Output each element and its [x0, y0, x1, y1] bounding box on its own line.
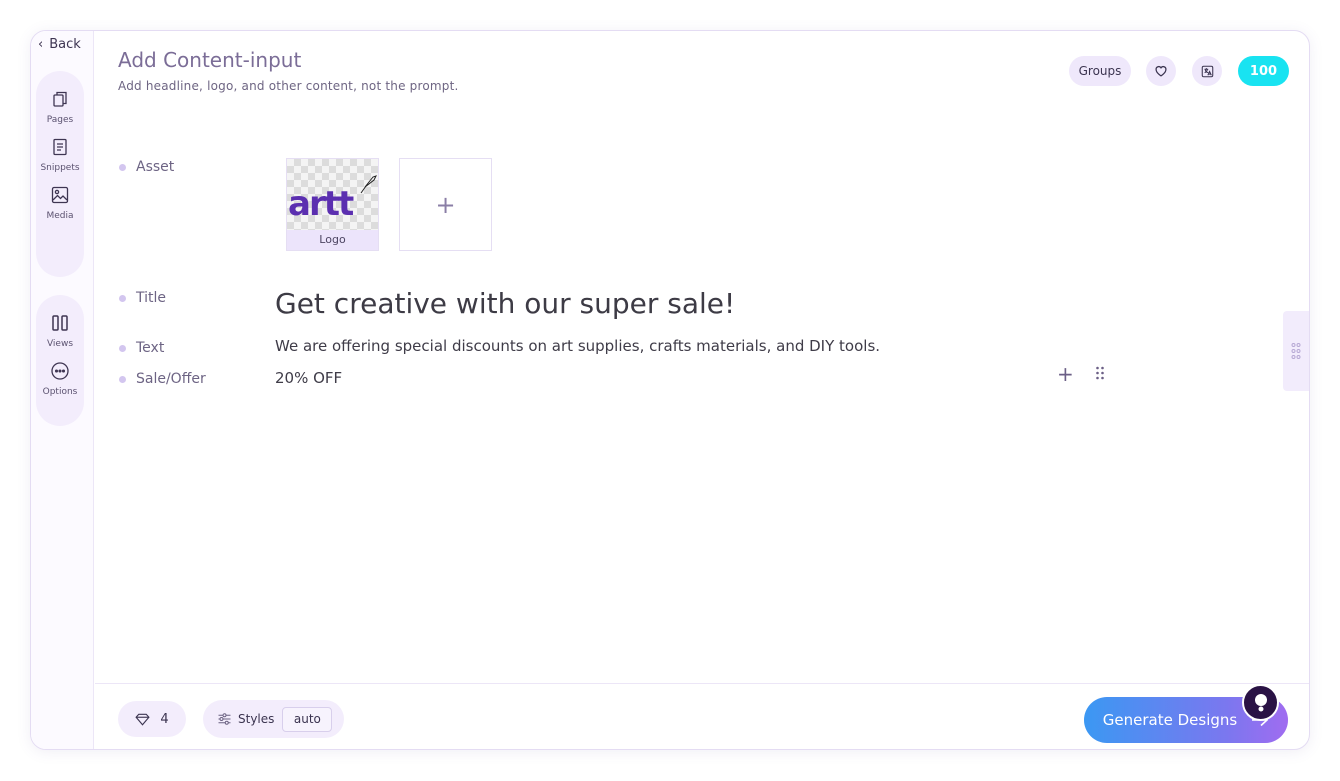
gem-count: 4 [160, 711, 169, 727]
asset-card-label: Logo [287, 230, 378, 250]
generate-label: Generate Designs [1102, 711, 1238, 729]
page-title: Add Content-input [118, 48, 302, 72]
bullet-dot [119, 344, 126, 352]
sliders-icon [218, 713, 231, 725]
sale-input[interactable]: 20% OFF [275, 369, 342, 387]
sale-label: Sale/Offer [136, 371, 206, 387]
sidebar-item-media[interactable]: Media [46, 185, 74, 221]
app-window: ‹ Back Pages Snippets Media Views Option… [30, 30, 1310, 750]
add-field-button[interactable]: + [1057, 362, 1074, 386]
views-icon [52, 315, 68, 331]
sidebar-rail-bottom: Views Options [36, 295, 84, 426]
sale-field-label: Sale/Offer [119, 371, 206, 387]
drag-handle-icon[interactable] [1095, 366, 1105, 380]
pages-icon [53, 91, 67, 107]
bullet-dot [119, 294, 126, 302]
sidebar-item-pages[interactable]: Pages [47, 89, 73, 125]
bullet-dot [119, 163, 126, 171]
side-panel-toggle[interactable] [1283, 311, 1309, 391]
sidebar-item-snippets[interactable]: Snippets [40, 137, 80, 173]
favorite-button[interactable] [1146, 56, 1176, 86]
logo-asset-card[interactable]: artt Logo [286, 158, 379, 251]
svg-text:artt: artt [288, 184, 354, 221]
sidebar-item-label: Pages [46, 115, 74, 125]
text-field-label: Text [119, 340, 164, 356]
groups-button[interactable]: Groups [1069, 56, 1131, 86]
sidebar-item-options[interactable]: Options [42, 361, 78, 397]
content-editor: Add Content-input Add headline, logo, an… [95, 31, 1309, 683]
bullet-dot [119, 375, 126, 383]
media-icon [51, 186, 69, 204]
chevron-left-icon: ‹ [38, 37, 44, 52]
credits-badge[interactable]: 100 [1238, 56, 1289, 86]
add-asset-button[interactable]: + [399, 158, 492, 251]
diamond-icon [135, 713, 150, 726]
sidebar-item-label: Snippets [40, 163, 80, 173]
sidebar-item-label: Media [46, 211, 74, 221]
snippets-icon [53, 138, 67, 156]
bottom-toolbar: 4 Styles auto Generate Designs [95, 683, 1309, 749]
sidebar-item-label: Views [46, 339, 74, 349]
sidebar-item-label: Options [42, 387, 78, 397]
asset-field-label: Asset [119, 159, 174, 175]
back-label: Back [49, 37, 81, 52]
options-icon [51, 362, 69, 380]
left-sidebar: ‹ Back Pages Snippets Media Views Option… [31, 31, 94, 749]
grip-icon [1291, 343, 1301, 359]
gem-credits-button[interactable]: 4 [118, 701, 186, 737]
translate-icon [1201, 65, 1213, 77]
asset-label: Asset [136, 159, 175, 175]
sidebar-item-views[interactable]: Views [47, 313, 73, 349]
sidebar-rail-top: Pages Snippets Media [36, 71, 84, 277]
styles-value[interactable]: auto [282, 706, 333, 732]
heart-icon [1155, 66, 1167, 77]
title-input[interactable]: Get creative with our super sale! [275, 287, 735, 320]
assistant-button[interactable] [1242, 684, 1279, 721]
assistant-icon [1254, 693, 1267, 711]
styles-selector[interactable]: Styles auto [203, 700, 344, 738]
text-label: Text [136, 340, 165, 356]
back-button[interactable]: ‹ Back [38, 37, 81, 52]
styles-label: Styles [238, 712, 275, 726]
title-field-label: Title [119, 290, 166, 306]
title-label: Title [136, 290, 167, 306]
artt-logo: artt [288, 175, 377, 221]
translate-button[interactable] [1192, 56, 1222, 86]
text-input[interactable]: We are offering special discounts on art… [275, 337, 880, 355]
page-subtitle: Add headline, logo, and other content, n… [118, 79, 459, 93]
